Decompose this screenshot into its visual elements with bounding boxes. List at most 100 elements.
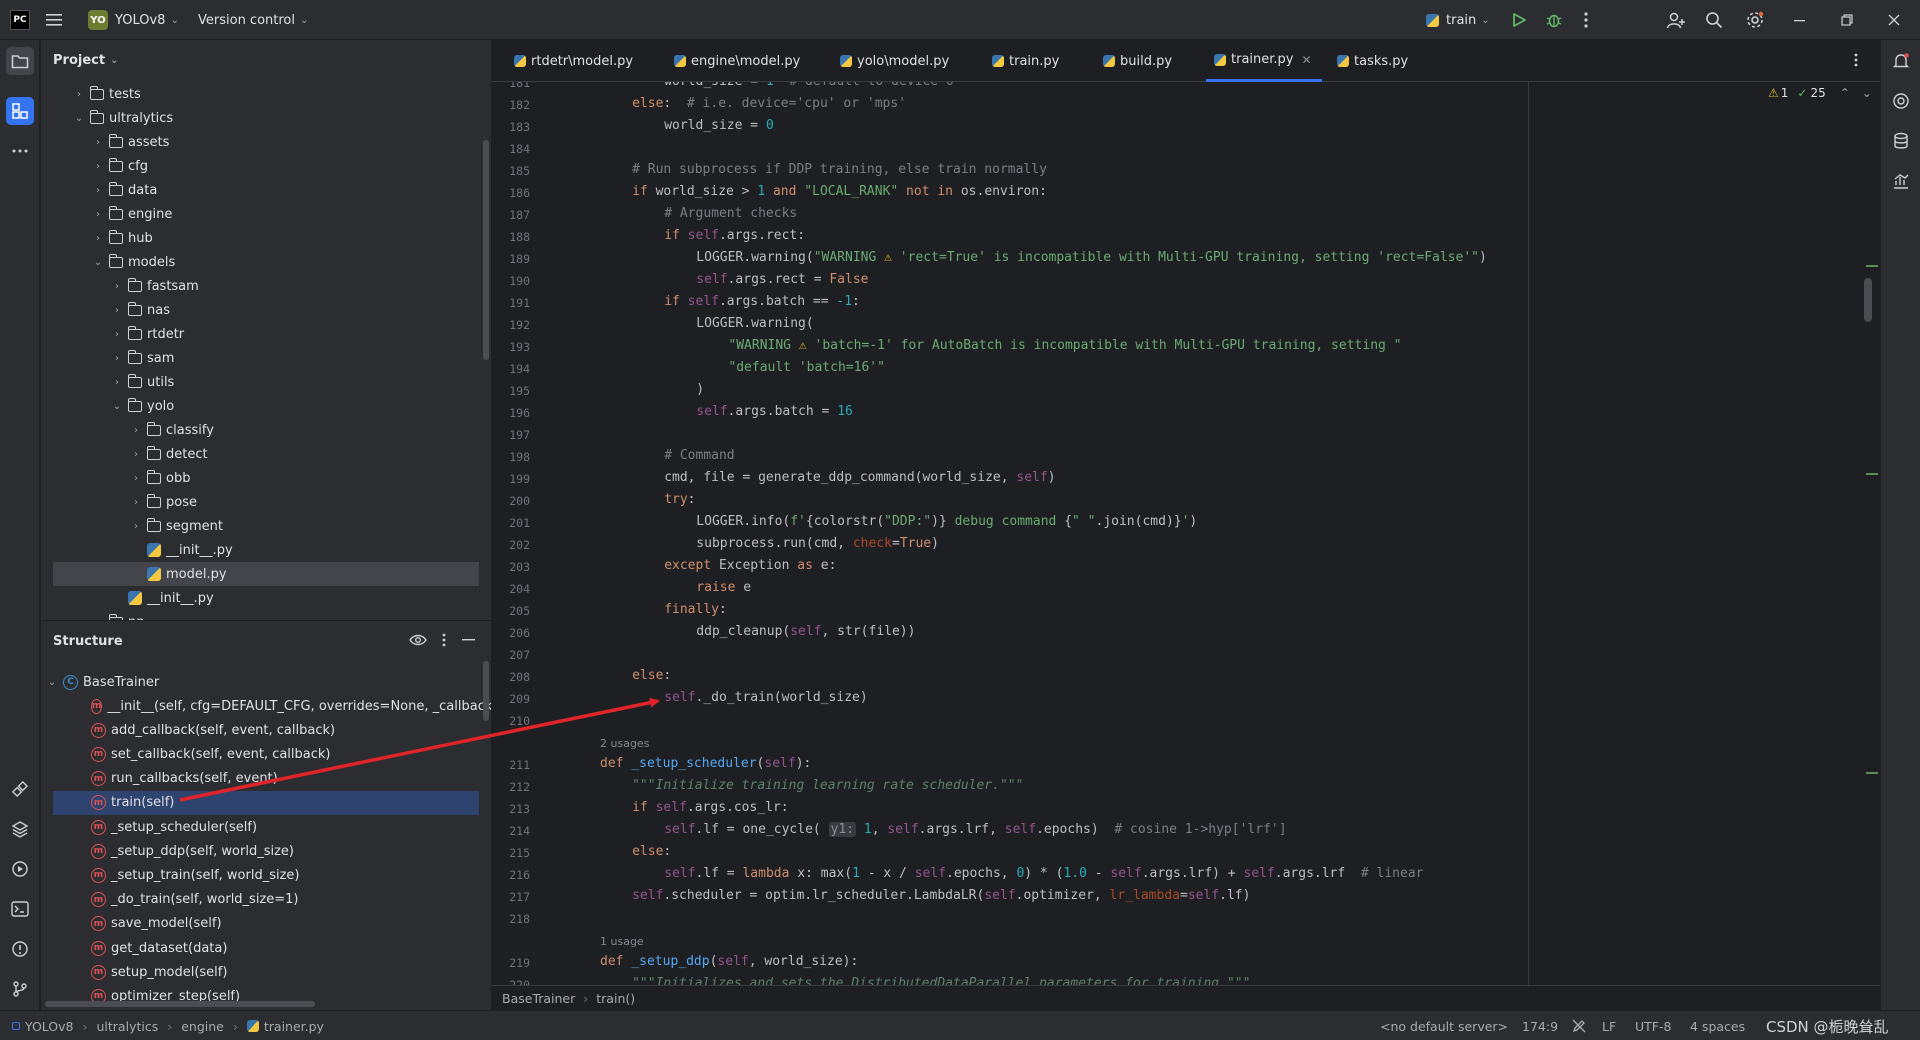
project-tree-item[interactable]: › fastsam <box>53 274 479 298</box>
settings-button[interactable] <box>1745 0 1765 40</box>
chevron-down-icon[interactable]: ⌄ <box>1862 86 1872 100</box>
chevron-right-icon[interactable]: › <box>110 305 124 316</box>
chevron-right-icon[interactable]: › <box>110 329 124 340</box>
python-packages-button[interactable] <box>6 775 34 803</box>
indent-widget[interactable]: 4 spaces <box>1690 1011 1745 1040</box>
layers-button[interactable] <box>6 815 34 843</box>
project-tree-item[interactable]: › tests <box>53 82 479 106</box>
structure-member[interactable]: m _setup_train(self, world_size) <box>53 863 479 887</box>
project-tree-item[interactable]: › obb <box>53 466 479 490</box>
main-menu-button[interactable] <box>46 0 62 40</box>
project-tree-item[interactable]: › cfg <box>53 154 479 178</box>
chevron-right-icon[interactable]: › <box>110 353 124 364</box>
run-button[interactable] <box>1511 0 1527 40</box>
sciview-button[interactable] <box>1887 167 1915 195</box>
project-tree-item[interactable]: › nas <box>53 298 479 322</box>
project-tool-button[interactable] <box>6 47 34 75</box>
editor-tab[interactable]: build.py <box>1095 40 1182 82</box>
server-widget[interactable]: <no default server> <box>1380 1011 1508 1040</box>
read-only-toggle[interactable] <box>1572 1011 1586 1040</box>
editor-tab[interactable]: trainer.py ✕ <box>1206 40 1322 82</box>
chevron-right-icon[interactable]: › <box>110 281 124 292</box>
project-tree-item[interactable]: ⌄ ultralytics <box>53 106 479 130</box>
project-tree-item[interactable]: model.py <box>53 562 479 586</box>
chevron-right-icon[interactable]: › <box>91 209 105 220</box>
problems-button[interactable] <box>6 935 34 963</box>
structure-tool-button[interactable] <box>6 97 34 125</box>
editor-tab[interactable]: train.py <box>984 40 1069 82</box>
inspection-widget[interactable]: ⚠ 1 ✓ 25 ⌃ ⌄ <box>1768 86 1872 100</box>
breadcrumb-method[interactable]: train() <box>596 991 635 1006</box>
structure-member[interactable]: m run_callbacks(self, event) <box>53 767 479 791</box>
status-path-project[interactable]: YOLOv8 <box>25 1019 74 1034</box>
database-button[interactable] <box>1887 127 1915 155</box>
restore-button[interactable] <box>1841 0 1853 40</box>
line-separator[interactable]: LF <box>1602 1011 1616 1040</box>
editor-tab[interactable]: engine\model.py <box>666 40 810 82</box>
minimize-button[interactable] <box>1794 0 1806 40</box>
chevron-right-icon[interactable]: › <box>72 89 86 100</box>
project-tree-item[interactable]: › pose <box>53 490 479 514</box>
project-panel-header[interactable]: Project ⌄ <box>41 40 491 80</box>
structure-member[interactable]: m train(self) <box>53 790 479 815</box>
structure-member[interactable]: m _setup_scheduler(self) <box>53 815 479 839</box>
vcs-switcher[interactable]: Version control ⌄ <box>198 0 308 40</box>
code-editor[interactable]: ⚠ 1 ✓ 25 ⌃ ⌄ 181 world_size = 1 # default… <box>492 82 1880 985</box>
run-config-selector[interactable]: train ⌄ <box>1426 0 1490 40</box>
caret-position[interactable]: 174:9 <box>1522 1011 1558 1040</box>
project-tree-item[interactable]: › rtdetr <box>53 322 479 346</box>
search-everywhere-button[interactable] <box>1705 0 1723 40</box>
project-scrollbar[interactable] <box>483 140 489 360</box>
tab-actions-button[interactable] <box>1854 53 1858 71</box>
project-tree-item[interactable]: › hub <box>53 226 479 250</box>
more-tools-button[interactable] <box>6 137 34 165</box>
chevron-right-icon[interactable]: › <box>129 497 143 508</box>
project-switcher[interactable]: YO YOLOv8 ⌄ <box>88 0 179 40</box>
git-button[interactable] <box>6 975 34 1003</box>
view-options-button[interactable] <box>409 633 427 651</box>
chevron-right-icon[interactable]: › <box>91 185 105 196</box>
breadcrumb-class[interactable]: BaseTrainer <box>502 991 575 1006</box>
debug-button[interactable] <box>1545 0 1563 40</box>
editor-tab[interactable]: yolo\model.py <box>832 40 959 82</box>
chevron-right-icon[interactable]: › <box>110 377 124 388</box>
structure-member[interactable]: m set_callback(self, event, callback) <box>53 742 479 766</box>
structure-h-scrollbar[interactable] <box>45 1001 315 1007</box>
ai-assistant-button[interactable] <box>1887 87 1915 115</box>
structure-member[interactable]: m setup_model(self) <box>53 960 479 984</box>
structure-member[interactable]: m __init__(self, cfg=DEFAULT_CFG, overrid… <box>53 694 491 718</box>
chevron-down-icon[interactable]: ⌄ <box>72 113 86 124</box>
project-tree-item[interactable]: › segment <box>53 514 479 538</box>
structure-member[interactable]: m _setup_ddp(self, world_size) <box>53 839 479 863</box>
chevron-right-icon[interactable]: › <box>129 473 143 484</box>
project-tree-item[interactable]: › utils <box>53 370 479 394</box>
chevron-right-icon[interactable]: › <box>91 233 105 244</box>
more-actions-button[interactable] <box>1584 0 1588 40</box>
project-tree-item[interactable]: __init__.py <box>53 586 479 610</box>
usages-hint[interactable]: 2 usages <box>600 737 649 750</box>
editor-scrollbar[interactable] <box>1864 278 1872 322</box>
editor-tab[interactable]: tasks.py <box>1329 40 1418 82</box>
code-with-me-button[interactable] <box>1666 0 1686 40</box>
status-path-subfolder[interactable]: engine <box>181 1019 224 1034</box>
chevron-right-icon[interactable]: › <box>91 161 105 172</box>
chevron-right-icon[interactable]: › <box>129 521 143 532</box>
usages-hint[interactable]: 1 usage <box>600 935 644 948</box>
project-tree-item[interactable]: › assets <box>53 130 479 154</box>
status-path-folder[interactable]: ultralytics <box>97 1019 159 1034</box>
project-tree-item[interactable]: › classify <box>53 418 479 442</box>
notifications-button[interactable] <box>1887 47 1915 75</box>
structure-member[interactable]: m _do_train(self, world_size=1) <box>53 888 479 912</box>
chevron-down-icon[interactable]: ⌄ <box>110 401 124 412</box>
project-tree-item[interactable]: ⌄ models <box>53 250 479 274</box>
chevron-right-icon[interactable]: › <box>129 425 143 436</box>
chevron-right-icon[interactable]: › <box>91 137 105 148</box>
chevron-down-icon[interactable]: ⌄ <box>91 257 105 268</box>
structure-member[interactable]: m add_callback(self, event, callback) <box>53 718 479 742</box>
project-tree-item[interactable]: __init__.py <box>53 538 479 562</box>
structure-member[interactable]: m save_model(self) <box>53 912 479 936</box>
services-button[interactable] <box>6 855 34 883</box>
structure-member[interactable]: m get_dataset(data) <box>53 936 479 960</box>
hide-panel-button[interactable] <box>462 633 476 651</box>
project-tree-item[interactable]: › engine <box>53 202 479 226</box>
